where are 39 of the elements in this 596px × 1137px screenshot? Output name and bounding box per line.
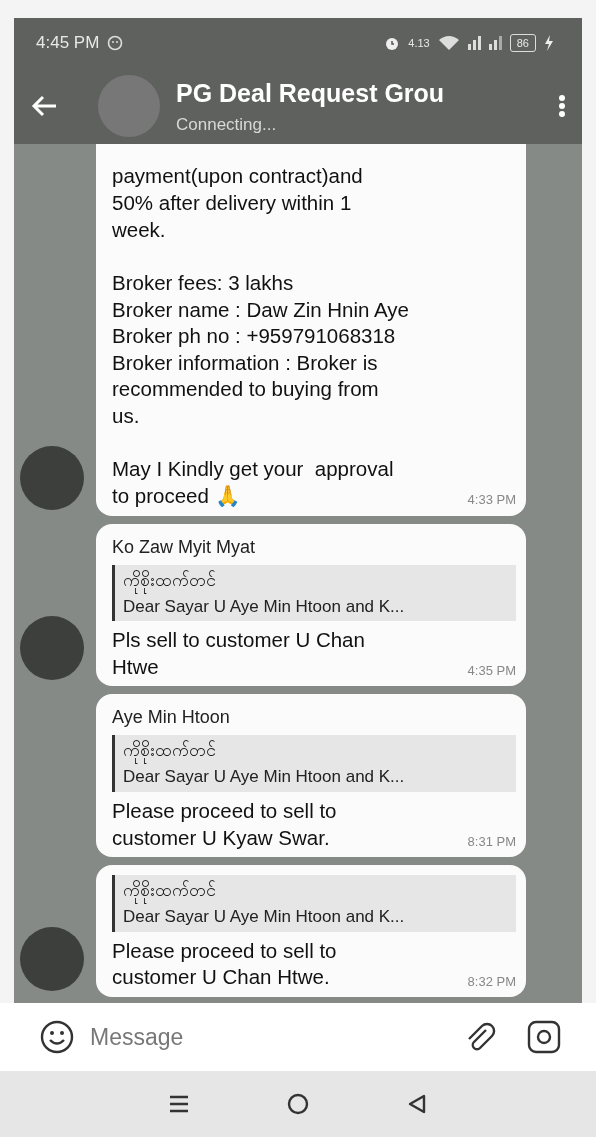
emoji-icon[interactable] xyxy=(40,1020,74,1054)
message-time: 4:33 PM xyxy=(467,491,516,510)
message-text: payment(upon contract)and 50% after delivery within 1 week. Broker fees: 3 lakhs Broker name : Daw Zin Hnin Aye Broker ph no : +959791068318 Broker information : Broker is recommended to buying from us. May I Kindly get your approval to proceed 🙏 xyxy=(112,163,409,509)
menu-icon[interactable] xyxy=(168,1094,190,1114)
connection-status: Connecting... xyxy=(176,114,278,136)
reply-quote[interactable]: ကိုစိုးထက်တင် Dear Sayar U Aye Min Htoon and K... xyxy=(112,735,516,792)
home-icon[interactable] xyxy=(286,1092,310,1116)
reply-text: Dear Sayar U Aye Min Htoon and K... xyxy=(123,766,406,789)
more-options-icon[interactable] xyxy=(558,94,566,118)
message-text: Please proceed to sell to customer U Chan Htwe. xyxy=(112,937,337,991)
alarm-icon xyxy=(384,35,401,51)
message-time: 8:31 PM xyxy=(467,832,516,851)
sender-name: Ko Zaw Myit Myat xyxy=(112,535,257,559)
back-icon[interactable] xyxy=(406,1093,428,1115)
reply-author: ကိုစိုးထက်တင် xyxy=(123,737,508,765)
status-time: 4:45 PM xyxy=(36,32,100,55)
sender-name: Aye Min Htoon xyxy=(112,706,231,730)
signal-icon xyxy=(467,36,481,50)
message-bar[interactable]: Message xyxy=(0,1003,596,1071)
camera-icon[interactable] xyxy=(526,1019,562,1055)
message-text: Please proceed to sell to customer U Kyaw Swar. xyxy=(112,797,337,851)
message-text: Pls sell to customer U Chan Htwe xyxy=(112,627,365,680)
chat-title: PG Deal Request Grou xyxy=(176,77,446,109)
reply-author: ကိုစိုးထက်တင် xyxy=(123,877,508,905)
message-input[interactable]: Message xyxy=(88,1018,448,1056)
reply-text: Dear Sayar U Aye Min Htoon and K... xyxy=(123,595,406,618)
back-arrow-icon[interactable] xyxy=(30,94,58,118)
notification-icon xyxy=(107,35,124,51)
reply-quote[interactable]: ကိုစိုးထက်တင် Dear Sayar U Aye Min Htoon and K... xyxy=(112,875,516,932)
reply-author: ကိုစိုးထက်တင် xyxy=(123,566,508,594)
network-speed: 4.13 xyxy=(408,35,430,51)
reply-text: Dear Sayar U Aye Min Htoon and K... xyxy=(123,906,406,929)
wifi-icon xyxy=(437,35,460,51)
charging-icon xyxy=(544,35,554,51)
battery-level: 86 xyxy=(509,33,536,53)
reply-quote[interactable]: ကိုစိုးထက်တင် Dear Sayar U Aye Min Htoon and K... xyxy=(112,564,516,622)
signal-icon xyxy=(488,36,502,50)
message-time: 4:35 PM xyxy=(467,661,516,680)
message-time: 8:32 PM xyxy=(467,972,516,991)
